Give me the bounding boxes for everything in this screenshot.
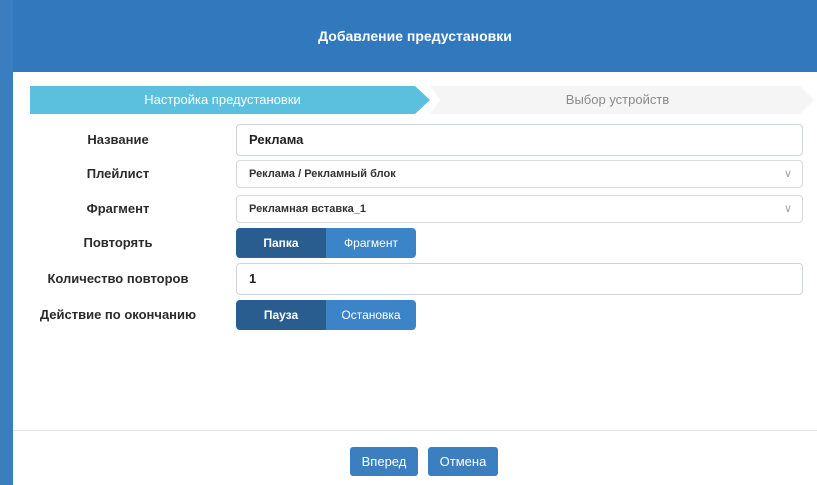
end-action-row: Действие по окончанию Пауза Остановка	[13, 300, 817, 332]
end-action-option-pause[interactable]: Пауза	[236, 300, 326, 330]
end-action-toggle: Пауза Остановка	[236, 300, 416, 330]
fragment-select[interactable]: Рекламная вставка_1 ∨	[236, 195, 803, 223]
repeat-count-row: Количество повторов 1	[13, 263, 817, 295]
wizard-step-devices[interactable]: Выбор устройств	[435, 86, 800, 114]
playlist-select[interactable]: Реклама / Рекламный блок ∨	[236, 160, 803, 188]
fragment-row: Фрагмент Рекламная вставка_1 ∨	[13, 195, 817, 227]
repeat-row: Повторять Папка Фрагмент	[13, 228, 817, 260]
end-action-option-stop[interactable]: Остановка	[326, 300, 416, 330]
playlist-select-value: Реклама / Рекламный блок	[249, 168, 396, 180]
wizard-steps: Настройка предустановки Выбор устройств	[30, 86, 814, 114]
repeat-toggle: Папка Фрагмент	[236, 228, 416, 258]
add-preset-dialog: Добавление предустановки Настройка преду…	[13, 0, 817, 485]
fragment-select-value: Рекламная вставка_1	[249, 203, 367, 215]
fragment-label: Фрагмент	[86, 201, 150, 216]
wizard-step-settings-label: Настройка предустановки	[144, 92, 301, 107]
dialog-header: Добавление предустановки	[13, 0, 817, 72]
chevron-down-icon: ∨	[783, 203, 792, 215]
wizard-step-devices-label: Выбор устройств	[565, 92, 670, 107]
repeat-count-input[interactable]: 1	[236, 263, 803, 295]
playlist-label: Плейлист	[86, 166, 150, 181]
dialog-title: Добавление предустановки	[318, 28, 512, 44]
wizard-step-settings[interactable]: Настройка предустановки	[30, 86, 415, 114]
repeat-label: Повторять	[83, 235, 153, 250]
name-label: Название	[87, 132, 149, 147]
next-button[interactable]: Вперед	[350, 447, 418, 476]
name-row: Название Реклама	[13, 124, 817, 156]
window-left-edge	[0, 0, 13, 485]
repeat-option-folder[interactable]: Папка	[236, 228, 326, 258]
name-input[interactable]: Реклама	[236, 124, 803, 156]
playlist-row: Плейлист Реклама / Рекламный блок ∨	[13, 160, 817, 192]
footer-divider	[13, 430, 817, 431]
repeat-option-fragment[interactable]: Фрагмент	[326, 228, 416, 258]
repeat-count-label: Количество повторов	[47, 271, 189, 286]
cancel-button[interactable]: Отмена	[428, 447, 498, 476]
end-action-label: Действие по окончанию	[39, 307, 197, 322]
chevron-down-icon: ∨	[783, 168, 792, 180]
